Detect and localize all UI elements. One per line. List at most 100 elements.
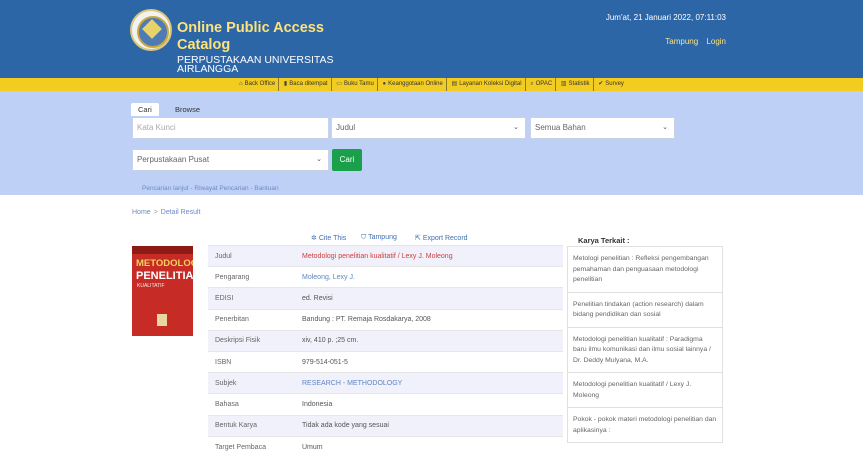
- chevron-down-icon: ⌄: [316, 156, 322, 163]
- site-header: Online Public Access Catalog PERPUSTAKAA…: [0, 0, 863, 78]
- breadcrumb: Home > Detail Result: [132, 209, 200, 216]
- nav-item-buku-tamu[interactable]: ▭ Buku Tamu: [333, 78, 378, 91]
- related-item[interactable]: Pokok - pokok materi metodologi peneliti…: [568, 408, 722, 442]
- export-button[interactable]: ⇱ Export Record: [415, 234, 468, 242]
- tab-browse[interactable]: Browse: [168, 103, 207, 116]
- book-cover-image: METODOLOGI PENELITIAN KUALITATIF: [132, 246, 193, 336]
- nav-item-label: Keanggotaan Online: [388, 81, 443, 87]
- row-label: Target Pembaca: [208, 435, 300, 458]
- cover-title-line2: PENELITIAN: [136, 270, 193, 282]
- nav-item-label: Layanan Koleksi Digital: [459, 81, 522, 87]
- keyword-placeholder: Kata Kunci: [137, 123, 176, 132]
- app-title-line2: Catalog: [177, 37, 231, 53]
- nav-item-survey[interactable]: ✔ Survey: [595, 78, 627, 91]
- tampung-label: Tampung: [368, 234, 397, 241]
- related-item[interactable]: Metologi penelitian : Refleksi pengemban…: [568, 247, 722, 293]
- material-select-value: Semua Bahan: [535, 123, 586, 132]
- nav-item-back-office[interactable]: ⌂ Back Office: [236, 78, 280, 91]
- row-label: Bahasa: [208, 393, 300, 415]
- chevron-down-icon: ⌄: [513, 124, 519, 131]
- cite-button[interactable]: ✲ Cite This: [311, 234, 346, 242]
- nav-item-label: Survey: [605, 81, 624, 87]
- row-value: 979-514-051-5: [300, 350, 563, 373]
- current-datetime: Jum'at, 21 Januari 2022, 07:11:03: [605, 13, 726, 22]
- related-works-title: Karya Terkait :: [578, 236, 630, 245]
- row-value: Bandung : PT. Remaja Rosdakarya, 2008: [300, 308, 563, 331]
- layers-icon: ▤: [451, 81, 458, 87]
- check-icon: ✔: [598, 81, 604, 87]
- cover-top-band: [132, 246, 193, 254]
- row-label: EDISI: [208, 287, 300, 310]
- material-select[interactable]: Semua Bahan ⌄: [530, 117, 675, 139]
- external-link-icon: ⇱: [415, 235, 423, 242]
- main-navbar: ⌂ Back Office ▮ Baca ditempat ▭ Buku Tamu ●…: [0, 78, 863, 91]
- cite-label: Cite This: [318, 235, 347, 242]
- chevron-down-icon: ⌄: [662, 124, 668, 131]
- nav-item-label: Baca ditempat: [289, 81, 328, 87]
- nav-item-label: Buku Tamu: [343, 81, 374, 87]
- university-name: PERPUSTAKAAN UNIVERSITAS AIRLANGGA: [177, 54, 334, 75]
- related-item[interactable]: Metodologi penelitian kualitatif / Lexy …: [568, 373, 722, 408]
- keyword-input[interactable]: Kata Kunci: [132, 117, 329, 139]
- table-row: Deskripsi Fisik xiv, 410 p. ;25 cm.: [208, 329, 563, 352]
- table-row: Pengarang Moleong, Lexy J.: [208, 266, 563, 288]
- top-links: Tampung Login: [659, 37, 726, 46]
- home-icon: ⌂: [239, 81, 243, 87]
- app-title-line1: Online Public Access: [177, 20, 324, 36]
- gear-icon: ✲: [311, 235, 319, 242]
- row-label: Deskripsi Fisik: [208, 329, 300, 352]
- table-row: Bahasa Indonesia: [208, 393, 563, 415]
- row-label: Pengarang: [208, 266, 300, 288]
- breadcrumb-separator: >: [153, 209, 158, 216]
- nav-item-statistik[interactable]: ▥ Statistik: [558, 78, 594, 91]
- nav-item-opac[interactable]: ⌕ OPAC: [527, 78, 557, 91]
- detail-table: Judul Metodologi penelitian kualitatif / …: [208, 244, 563, 458]
- location-select[interactable]: Perpustakaan Pusat ⌄: [132, 149, 329, 171]
- row-value: Metodologi penelitian kualitatif / Lexy …: [300, 244, 563, 267]
- bar-chart-icon: ▥: [560, 81, 567, 87]
- row-value: Tidak ada kode yang sesuai: [300, 414, 563, 437]
- export-label: Export Record: [422, 235, 468, 242]
- field-select-value: Judul: [336, 123, 356, 132]
- table-row: Penerbitan Bandung : PT. Remaja Rosdakary…: [208, 308, 563, 331]
- author-link[interactable]: Moleong, Lexy J.: [300, 266, 563, 288]
- cover-emblem: [157, 314, 167, 326]
- book-icon: ▮: [283, 81, 288, 87]
- table-row: Judul Metodologi penelitian kualitatif / …: [208, 244, 563, 267]
- row-value: Umum: [300, 435, 563, 458]
- nav-item-label: Statistik: [568, 81, 590, 87]
- row-value: ed. Revisi: [300, 287, 563, 310]
- search-button[interactable]: Cari: [332, 149, 362, 171]
- advanced-search-links[interactable]: Pencarian lanjut - Riwayat Pencarian - B…: [142, 185, 279, 192]
- table-row: EDISI ed. Revisi: [208, 287, 563, 310]
- breadcrumb-home[interactable]: Home: [132, 209, 151, 216]
- search-icon: ⌕: [530, 81, 534, 87]
- tab-cari[interactable]: Cari: [131, 103, 159, 116]
- subject-link[interactable]: RESEARCH - METHODOLOGY: [300, 372, 563, 394]
- related-item[interactable]: Penelitian tindakan (action research) da…: [568, 293, 722, 328]
- related-item[interactable]: Metodologi penelitian kualitatif : Parad…: [568, 328, 722, 373]
- user-icon: ●: [382, 81, 387, 87]
- table-row: Bentuk Karya Tidak ada kode yang sesuai: [208, 414, 563, 437]
- tampung-button[interactable]: ⛉ Tampung: [361, 234, 397, 242]
- login-link[interactable]: Login: [706, 37, 726, 46]
- row-label: Judul: [208, 244, 300, 267]
- nav-item-label: Back Office: [244, 81, 276, 87]
- cover-title-line1: METODOLOGI: [136, 258, 193, 269]
- search-panel: [0, 91, 863, 195]
- breadcrumb-current: Detail Result: [160, 209, 201, 216]
- nav-item-baca-ditempat[interactable]: ▮ Baca ditempat: [281, 78, 332, 91]
- table-row: Subjek RESEARCH - METHODOLOGY: [208, 372, 563, 394]
- tampung-link[interactable]: Tampung: [665, 37, 698, 46]
- related-works-list: Metologi penelitian : Refleksi pengemban…: [567, 246, 723, 443]
- nav-item-keanggotaan[interactable]: ● Keanggotaan Online: [380, 78, 447, 91]
- table-row: Target Pembaca Umum: [208, 435, 563, 458]
- location-select-value: Perpustakaan Pusat: [137, 155, 210, 164]
- university-logo-icon[interactable]: [130, 9, 172, 51]
- nav-item-koleksi-digital[interactable]: ▤ Layanan Koleksi Digital: [449, 78, 526, 91]
- row-label: ISBN: [208, 350, 300, 373]
- field-select[interactable]: Judul ⌄: [331, 117, 526, 139]
- app-title[interactable]: Online Public Access Catalog: [177, 20, 352, 54]
- row-label: Bentuk Karya: [208, 414, 300, 437]
- row-value: xiv, 410 p. ;25 cm.: [300, 329, 563, 352]
